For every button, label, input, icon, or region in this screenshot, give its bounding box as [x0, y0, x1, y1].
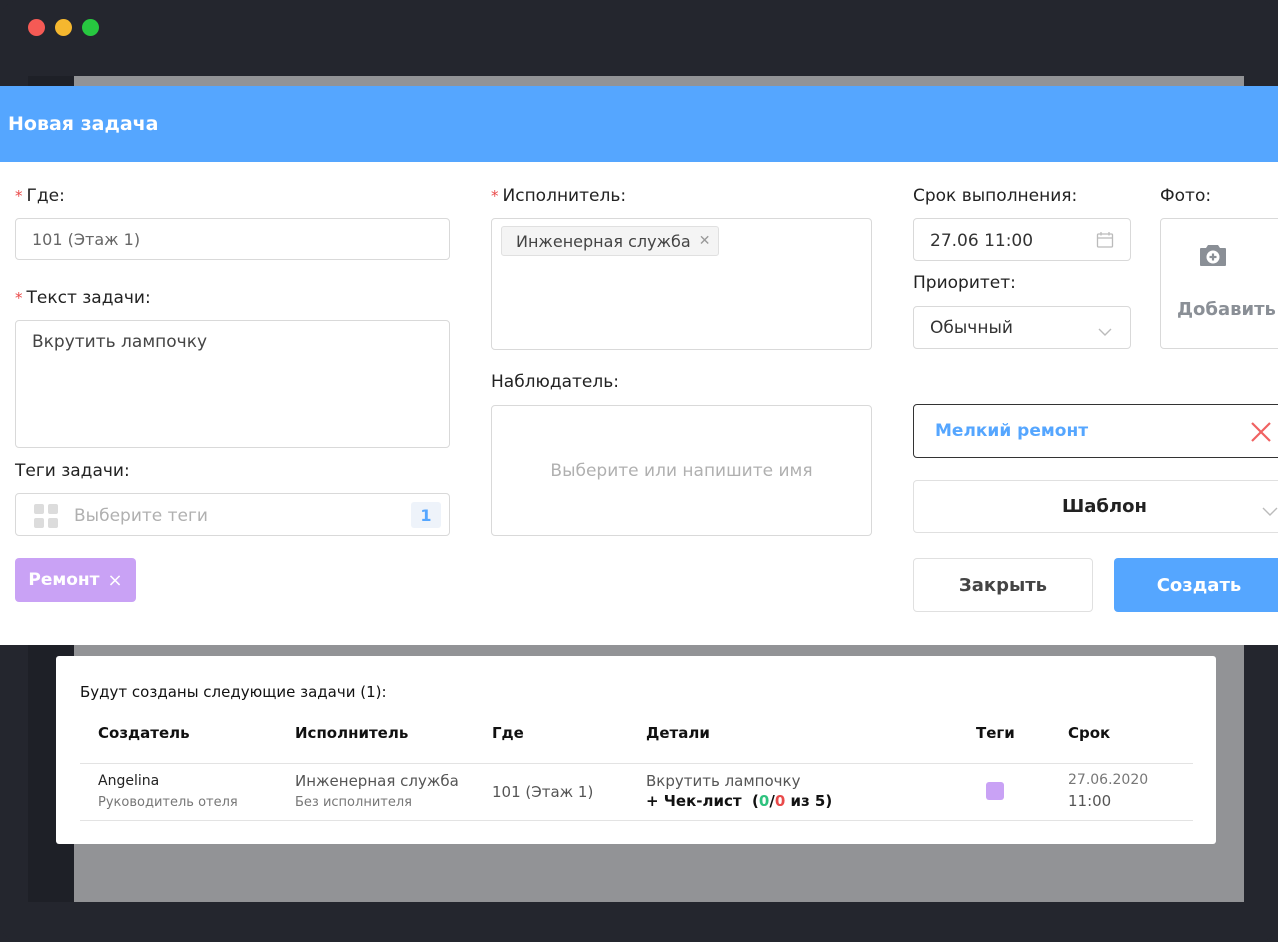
- photo-label: Фото:: [1160, 186, 1212, 206]
- remove-tag-icon[interactable]: ×: [108, 570, 123, 591]
- tasks-preview-card: Будут созданы следующие задачи (1): Созд…: [56, 656, 1216, 844]
- column-header-creator: Создатель: [98, 724, 190, 742]
- add-photo-label: Добавить: [1177, 299, 1276, 320]
- tags-count-badge: 1: [411, 502, 441, 528]
- where-input[interactable]: 101 (Этаж 1): [15, 218, 450, 260]
- deadline-picker[interactable]: 27.06 11:00: [913, 218, 1131, 261]
- photo-upload[interactable]: Добавить: [1160, 218, 1278, 349]
- where-value: 101 (Этаж 1): [32, 230, 141, 249]
- observer-placeholder: Выберите или напишите имя: [550, 461, 813, 481]
- window-controls: [28, 19, 99, 36]
- tags-select[interactable]: Выберите теги 1: [15, 493, 450, 536]
- required-mark: *: [15, 289, 23, 307]
- clear-category-icon[interactable]: [1250, 421, 1272, 447]
- close-button[interactable]: Закрыть: [913, 558, 1093, 612]
- chevron-down-icon: [1098, 322, 1112, 341]
- executor-chip: Инженерная служба ✕: [501, 226, 720, 256]
- required-mark: *: [15, 187, 23, 205]
- calendar-icon[interactable]: [1096, 231, 1114, 253]
- executor-chip-label: Инженерная служба: [516, 231, 691, 251]
- checklist-prefix: + Чек-лист: [646, 792, 742, 810]
- row-deadline-time: 11:00: [1068, 792, 1112, 810]
- grid-icon: [32, 503, 60, 529]
- task-text-value: Вкрутить лампочку: [32, 332, 208, 352]
- selected-tag-label: Ремонт: [28, 570, 100, 590]
- row-details: Вкрутить лампочку: [646, 772, 801, 790]
- task-text-label: * Текст задачи:: [15, 288, 151, 308]
- executor-name: Инженерная служба: [295, 772, 459, 790]
- selected-tag-chip[interactable]: Ремонт ×: [15, 558, 136, 602]
- executor-select[interactable]: Инженерная служба ✕: [491, 218, 872, 350]
- column-header-deadline: Срок: [1068, 724, 1111, 742]
- executor-label: * Исполнитель:: [491, 186, 627, 206]
- divider: [80, 763, 1193, 764]
- column-header-details: Детали: [646, 724, 710, 742]
- create-button[interactable]: Создать: [1114, 558, 1278, 612]
- task-text-textarea[interactable]: Вкрутить лампочку: [15, 320, 450, 448]
- executor-sub: Без исполнителя: [295, 795, 412, 810]
- column-header-executor: Исполнитель: [295, 724, 409, 742]
- template-select[interactable]: Шаблон: [913, 480, 1278, 533]
- category-value: Мелкий ремонт: [935, 421, 1089, 441]
- priority-label: Приоритет:: [913, 273, 1016, 293]
- observer-select[interactable]: Выберите или напишите имя: [491, 405, 872, 536]
- tags-label: Теги задачи:: [15, 461, 130, 481]
- minimize-window-button[interactable]: [55, 19, 72, 36]
- category-field[interactable]: Мелкий ремонт: [913, 404, 1278, 458]
- new-task-modal: Новая задача * Где: 101 (Этаж 1) * Текст з…: [0, 86, 1278, 645]
- app-window: Новая задача * Где: 101 (Этаж 1) * Текст з…: [0, 0, 1278, 942]
- checklist-done: 0: [758, 792, 770, 810]
- camera-add-icon: [1199, 243, 1227, 271]
- template-value: Шаблон: [1062, 496, 1147, 517]
- where-label: * Где:: [15, 186, 65, 206]
- remove-executor-icon[interactable]: ✕: [699, 233, 711, 249]
- creator-name: Angelina: [98, 773, 160, 789]
- preview-title: Будут созданы следующие задачи (1):: [80, 683, 387, 701]
- checklist-failed: 0: [774, 792, 786, 810]
- modal-header: Новая задача: [0, 86, 1278, 162]
- priority-select[interactable]: Обычный: [913, 306, 1131, 349]
- checklist-total: из 5: [790, 792, 826, 810]
- observer-label: Наблюдатель:: [491, 372, 620, 392]
- column-header-where: Где: [492, 724, 524, 742]
- row-tag-swatch: [986, 782, 1004, 800]
- deadline-label: Срок выполнения:: [913, 186, 1078, 206]
- row-checklist: + Чек-лист (0/0 из 5): [646, 792, 833, 810]
- close-window-button[interactable]: [28, 19, 45, 36]
- deadline-value: 27.06 11:00: [930, 231, 1034, 251]
- row-deadline-date: 27.06.2020: [1068, 772, 1149, 788]
- priority-value: Обычный: [930, 318, 1013, 338]
- divider: [80, 820, 1193, 821]
- modal-title: Новая задача: [8, 113, 159, 135]
- tags-placeholder: Выберите теги: [74, 506, 208, 526]
- maximize-window-button[interactable]: [82, 19, 99, 36]
- column-header-tags: Теги: [976, 724, 1015, 742]
- row-where: 101 (Этаж 1): [492, 783, 594, 801]
- chevron-down-icon: [1262, 502, 1278, 521]
- required-mark: *: [491, 187, 499, 205]
- creator-role: Руководитель отеля: [98, 795, 238, 810]
